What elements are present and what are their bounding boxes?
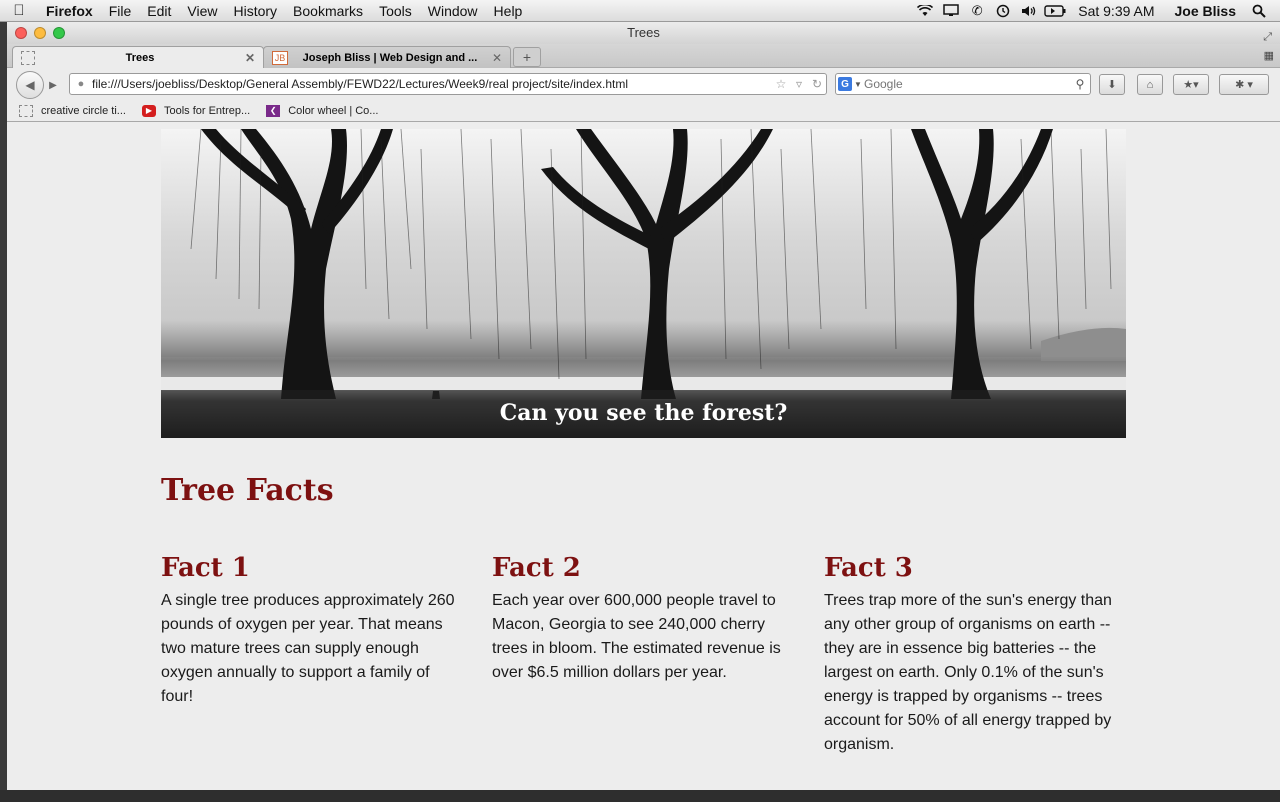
- fact-text: A single tree produces approximately 260…: [161, 589, 461, 709]
- reload-icon[interactable]: ↻: [808, 77, 826, 91]
- bookmark-label: Color wheel | Co...: [288, 105, 378, 117]
- url-text[interactable]: file:///Users/joebliss/Desktop/General A…: [92, 77, 772, 91]
- wifi-icon[interactable]: [914, 0, 936, 22]
- fact-title: Fact 3: [824, 553, 1124, 583]
- time-machine-icon[interactable]: [992, 0, 1014, 22]
- fact-card-2: Fact 2 Each year over 600,000 people tra…: [492, 553, 792, 685]
- tab-label: Trees: [41, 52, 239, 64]
- menu-file[interactable]: File: [101, 0, 140, 22]
- phone-icon[interactable]: ✆: [966, 0, 988, 22]
- jb-favicon-icon: JB: [272, 51, 288, 65]
- home-button[interactable]: ⌂: [1137, 74, 1163, 95]
- fact-text: Trees trap more of the sun's energy than…: [824, 589, 1124, 757]
- fact-card-3: Fact 3 Trees trap more of the sun's ener…: [824, 553, 1124, 757]
- back-button[interactable]: ◀: [16, 71, 44, 99]
- search-engine-selector[interactable]: G ▼: [836, 77, 864, 91]
- search-icon[interactable]: ⚲: [1070, 77, 1090, 91]
- tab-label: Joseph Bliss | Web Design and ...: [294, 52, 486, 64]
- tab-list-icon[interactable]: ▦: [1264, 49, 1274, 62]
- chevron-down-icon: ▼: [854, 80, 862, 89]
- hero-caption: Can you see the forest?: [161, 390, 1126, 438]
- fact-title: Fact 1: [161, 553, 461, 583]
- menubar-user[interactable]: Joe Bliss: [1165, 3, 1246, 19]
- blank-page-icon: [19, 105, 33, 117]
- globe-icon: ●: [70, 78, 92, 90]
- bookmark-creative-circle[interactable]: creative circle ti...: [19, 105, 126, 117]
- firefox-window: Trees ⤢ Trees ✕ JB Joseph Bliss | Web De…: [7, 22, 1280, 790]
- tab-close-icon[interactable]: ✕: [245, 51, 255, 65]
- menu-window[interactable]: Window: [420, 0, 486, 22]
- google-icon: G: [838, 77, 852, 91]
- bookmark-color-wheel[interactable]: ❮ Color wheel | Co...: [266, 105, 378, 117]
- bookmarks-toolbar: creative circle ti... ▶ Tools for Entrep…: [7, 100, 1280, 122]
- tab-close-icon[interactable]: ✕: [492, 51, 502, 65]
- search-bar[interactable]: G ▼ ⚲: [835, 73, 1091, 95]
- tab-joseph-bliss[interactable]: JB Joseph Bliss | Web Design and ... ✕: [263, 46, 511, 68]
- menu-tools[interactable]: Tools: [371, 0, 420, 22]
- page-viewport[interactable]: Can you see the forest? Tree Facts Fact …: [7, 129, 1280, 790]
- color-wheel-icon: ❮: [266, 105, 280, 117]
- menu-app-firefox[interactable]: Firefox: [38, 0, 101, 22]
- hero-image: Can you see the forest?: [161, 129, 1126, 438]
- history-dropdown-icon[interactable]: ▿: [790, 77, 808, 91]
- tab-strip: Trees ✕ JB Joseph Bliss | Web Design and…: [7, 44, 1280, 68]
- menubar-clock[interactable]: Sat 9:39 AM: [1068, 3, 1164, 19]
- menu-view[interactable]: View: [179, 0, 225, 22]
- fact-card-1: Fact 1 A single tree produces approximat…: [161, 553, 461, 709]
- window-zoom-button[interactable]: [53, 27, 65, 39]
- bookmark-star-icon[interactable]: ☆: [772, 77, 790, 91]
- new-tab-button[interactable]: +: [513, 47, 541, 67]
- window-minimize-button[interactable]: [34, 27, 46, 39]
- url-bar[interactable]: ● file:///Users/joebliss/Desktop/General…: [69, 73, 827, 95]
- menu-history[interactable]: History: [225, 0, 285, 22]
- blank-page-icon: [21, 51, 35, 65]
- fact-text: Each year over 600,000 people travel to …: [492, 589, 792, 685]
- bookmark-label: creative circle ti...: [41, 105, 126, 117]
- menu-edit[interactable]: Edit: [139, 0, 179, 22]
- bookmark-tools-for-entrep[interactable]: ▶ Tools for Entrep...: [142, 105, 250, 117]
- window-title: Trees: [627, 25, 660, 40]
- display-mirror-icon[interactable]: [940, 0, 962, 22]
- bookmarks-menu-button[interactable]: ★▾: [1173, 74, 1209, 95]
- youtube-icon: ▶: [142, 105, 156, 117]
- menu-help[interactable]: Help: [486, 0, 531, 22]
- battery-icon[interactable]: [1044, 0, 1066, 22]
- downloads-button[interactable]: ⬇: [1099, 74, 1125, 95]
- volume-icon[interactable]: [1018, 0, 1040, 22]
- search-input[interactable]: [864, 77, 1070, 91]
- tab-trees[interactable]: Trees ✕: [12, 46, 264, 68]
- apple-menu-icon[interactable]: : [0, 2, 38, 19]
- desktop-edge: [0, 790, 1280, 802]
- menu-bookmarks[interactable]: Bookmarks: [285, 0, 371, 22]
- firebug-menu-button[interactable]: ✱ ▾: [1219, 74, 1269, 95]
- spotlight-search-icon[interactable]: [1248, 0, 1270, 22]
- window-titlebar: Trees ⤢: [7, 22, 1280, 44]
- bookmark-label: Tools for Entrep...: [164, 105, 250, 117]
- fact-title: Fact 2: [492, 553, 792, 583]
- forward-button[interactable]: ▶: [44, 75, 62, 95]
- section-title: Tree Facts: [161, 473, 334, 508]
- window-close-button[interactable]: [15, 27, 27, 39]
- navigation-toolbar: ◀ ▶ ● file:///Users/joebliss/Desktop/Gen…: [7, 68, 1280, 100]
- macos-menubar:  Firefox File Edit View History Bookmar…: [0, 0, 1280, 22]
